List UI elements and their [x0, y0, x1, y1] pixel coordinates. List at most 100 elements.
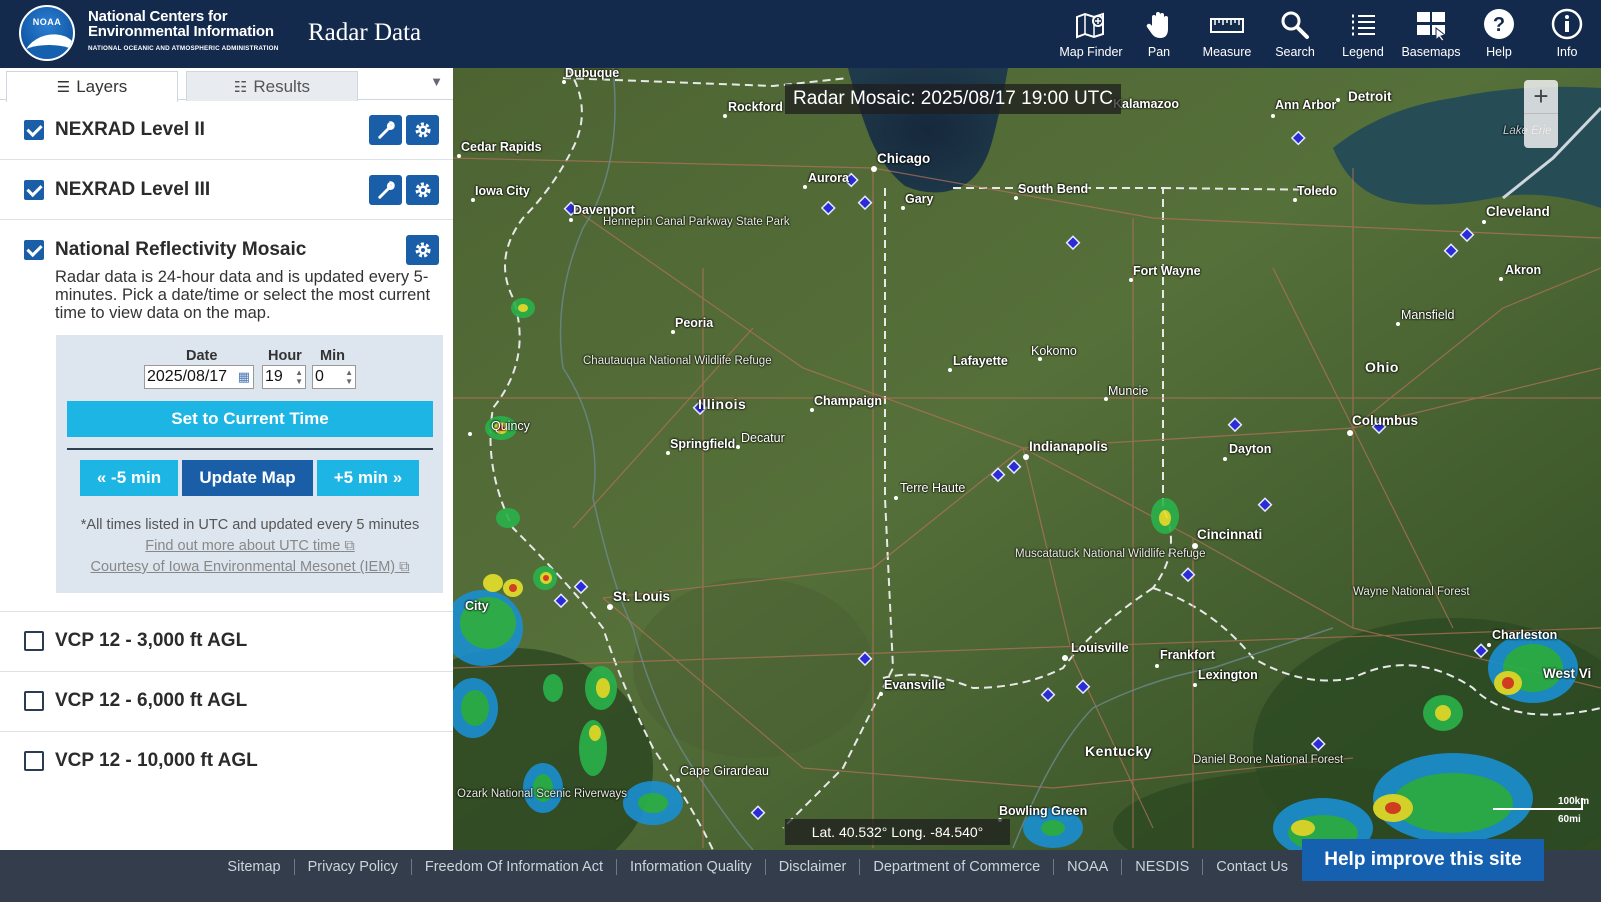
- set-current-time-button[interactable]: Set to Current Time: [67, 401, 433, 437]
- city-label: Cape Girardeau: [680, 764, 769, 778]
- noaa-logo[interactable]: NOAA: [19, 5, 75, 61]
- ruler-icon: [1210, 18, 1244, 33]
- layers-icon: ☰: [56, 79, 71, 96]
- toolbar: Map Finder Pan Measure Search Legend Bas…: [1057, 0, 1601, 68]
- city-label: Evansville: [884, 678, 946, 692]
- mosaic-description: Radar data is 24-hour data and is update…: [55, 268, 431, 322]
- city-label: Kokomo: [1031, 344, 1077, 358]
- zoom-in-button[interactable]: +: [1524, 80, 1558, 114]
- footer-link-disclaimer[interactable]: Disclaimer: [764, 858, 860, 875]
- city-label: Cleveland: [1486, 204, 1550, 219]
- city-label: Indianapolis: [1029, 439, 1108, 454]
- app-header: NOAA National Centers for Environmental …: [0, 0, 1601, 68]
- city-label: City: [465, 599, 489, 613]
- layer-vcp12-10000: VCP 12 - 10,000 ft AGL: [0, 732, 453, 792]
- park-label: Chautauqua National Wildlife Refuge: [583, 355, 772, 367]
- layer-checkbox[interactable]: [24, 691, 44, 711]
- footer-link-foia[interactable]: Freedom Of Information Act: [410, 858, 616, 875]
- layer-settings-button[interactable]: [406, 234, 439, 265]
- layer-name: VCP 12 - 3,000 ft AGL: [55, 630, 248, 651]
- city-label: Akron: [1505, 263, 1542, 277]
- layer-vcp12-3000: VCP 12 - 3,000 ft AGL: [0, 612, 453, 672]
- city-label: Dubuque: [565, 68, 620, 80]
- footer-links: Sitemap Privacy Policy Freedom Of Inform…: [214, 850, 1301, 883]
- layer-settings-button[interactable]: [406, 174, 439, 205]
- footer-link-privacy[interactable]: Privacy Policy: [293, 858, 411, 875]
- search-button[interactable]: Search: [1261, 0, 1329, 68]
- layer-name: National Reflectivity Mosaic: [55, 238, 307, 260]
- calendar-icon[interactable]: ▦: [238, 369, 250, 385]
- layer-checkbox[interactable]: [24, 751, 44, 771]
- layer-tools-button[interactable]: [369, 174, 402, 205]
- city-label: Charleston: [1492, 628, 1558, 642]
- date-input[interactable]: 2025/08/17 ▦: [144, 365, 254, 389]
- iem-link[interactable]: Courtesy of Iowa Environmental Mesonet (…: [56, 559, 444, 575]
- footer-link-commerce[interactable]: Department of Commerce: [859, 858, 1053, 875]
- layer-checkbox[interactable]: [24, 119, 44, 140]
- zoom-out-button[interactable]: [1524, 114, 1558, 147]
- layer-nexrad-level-3: NEXRAD Level III: [0, 160, 453, 220]
- feedback-button[interactable]: Help improve this site: [1302, 839, 1544, 881]
- layer-checkbox[interactable]: [24, 631, 44, 651]
- city-label: Dayton: [1229, 442, 1272, 456]
- city-label: Frankfort: [1160, 648, 1215, 662]
- layer-nexrad-level-2: NEXRAD Level II: [0, 100, 453, 160]
- city-label: Fort Wayne: [1133, 264, 1201, 278]
- tab-layers[interactable]: ☰ Layers: [6, 71, 178, 102]
- layer-checkbox[interactable]: [24, 179, 44, 200]
- panel-collapse-icon[interactable]: ▼: [430, 74, 443, 89]
- hand-icon: [1146, 12, 1168, 38]
- minus-5-min-button[interactable]: « -5 min: [80, 460, 178, 496]
- svg-text:?: ?: [1493, 14, 1505, 36]
- info-button[interactable]: Info: [1533, 0, 1601, 68]
- org-name[interactable]: National Centers for Environmental Infor…: [88, 9, 279, 56]
- footer-link-info-quality[interactable]: Information Quality: [615, 858, 765, 875]
- city-label: Lexington: [1198, 668, 1258, 682]
- wrench-icon: [377, 180, 395, 199]
- map-finder-button[interactable]: Map Finder: [1057, 0, 1125, 68]
- city-label: Aurora: [808, 171, 849, 185]
- park-label: Ozark National Scenic Riverways: [457, 788, 628, 800]
- plus-5-min-button[interactable]: +5 min »: [317, 460, 419, 496]
- city-label: Springfield: [670, 437, 736, 451]
- external-link-icon: ⧉: [344, 538, 355, 554]
- layer-reflectivity-mosaic: National Reflectivity Mosaic Radar data …: [0, 220, 453, 612]
- wrench-icon: [377, 120, 395, 139]
- layers-panel: ☰ Layers ☷ Results ▼ NEXRAD Level II NEX…: [0, 68, 453, 850]
- layer-tools-button[interactable]: [369, 114, 402, 145]
- footer-link-nesdis[interactable]: NESDIS: [1121, 858, 1202, 875]
- footer-link-contact[interactable]: Contact Us: [1202, 858, 1301, 875]
- list-icon: [1352, 14, 1375, 36]
- external-link-icon: ⧉: [399, 559, 410, 575]
- measure-button[interactable]: Measure: [1193, 0, 1261, 68]
- min-input[interactable]: 0 ▲ ▼: [312, 365, 356, 389]
- search-icon: [1281, 11, 1309, 39]
- min-spinner[interactable]: ▲ ▼: [345, 368, 353, 386]
- legend-button[interactable]: Legend: [1329, 0, 1397, 68]
- layer-settings-button[interactable]: [406, 114, 439, 145]
- pan-button[interactable]: Pan: [1125, 0, 1193, 68]
- hour-input[interactable]: 19 ▲ ▼: [262, 365, 306, 389]
- basemaps-button[interactable]: Basemaps: [1397, 0, 1465, 68]
- map-title: Radar Mosaic: 2025/08/17 19:00 UTC: [785, 84, 1122, 114]
- help-button[interactable]: ? Help: [1465, 0, 1533, 68]
- layer-name: NEXRAD Level III: [55, 178, 211, 200]
- map-view[interactable]: Dubuque Rockford Kalamazoo Ann Arbor Det…: [453, 68, 1601, 850]
- coordinate-readout: Lat. 40.532° Long. -84.540°: [785, 819, 1010, 845]
- layer-checkbox[interactable]: [24, 239, 44, 260]
- city-label: Gary: [905, 192, 934, 206]
- hour-spinner[interactable]: ▲ ▼: [295, 368, 303, 386]
- city-label: St. Louis: [613, 589, 670, 604]
- basemaps-icon: [1417, 12, 1447, 42]
- city-label: Champaign: [814, 394, 883, 408]
- gear-icon: [415, 242, 430, 257]
- footer-link-sitemap[interactable]: Sitemap: [214, 859, 293, 875]
- city-label: Rockford: [728, 100, 783, 114]
- update-map-button[interactable]: Update Map: [182, 460, 313, 496]
- tab-results[interactable]: ☷ Results: [186, 71, 358, 101]
- app-title: Radar Data: [308, 19, 422, 46]
- footer-link-noaa[interactable]: NOAA: [1053, 858, 1121, 875]
- utc-link[interactable]: Find out more about UTC time ⧉: [56, 538, 444, 554]
- city-label: Kalamazoo: [1113, 97, 1179, 111]
- help-icon: ?: [1484, 9, 1514, 39]
